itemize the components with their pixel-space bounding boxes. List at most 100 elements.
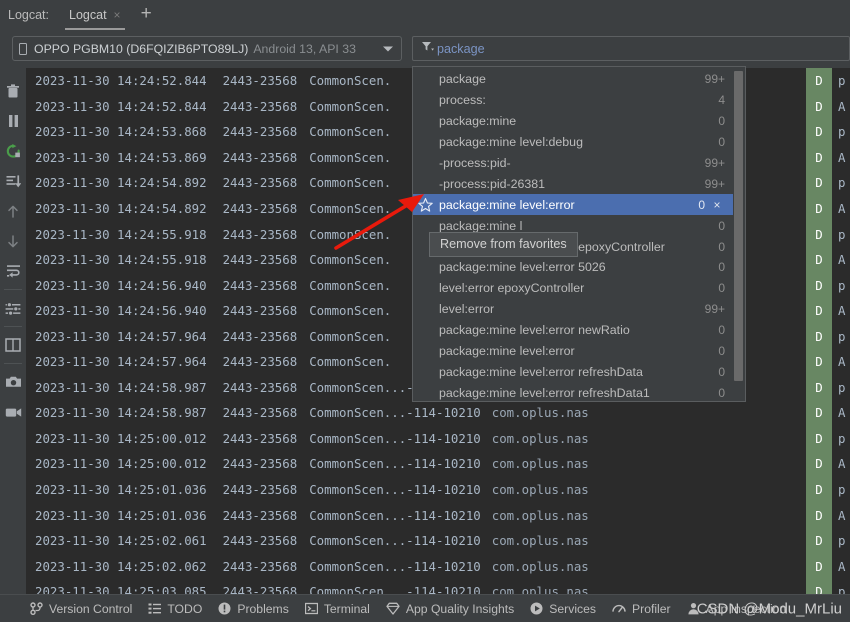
status-item-app-quality-insights[interactable]: App Quality Insights: [386, 602, 514, 616]
suggestion-label: package:mine level:debug: [439, 135, 583, 150]
screenshot-icon[interactable]: [0, 367, 26, 397]
device-selector[interactable]: OPPO PGBM10 (D6FQIZIB6PTO89LJ) Android 1…: [12, 36, 402, 61]
log-message: A: [838, 252, 846, 268]
log-pid: 2443-23568: [222, 328, 298, 344]
suggestion-count: 0: [718, 114, 725, 129]
suggestion-item[interactable]: package:mine level:error 5026 0: [413, 257, 733, 278]
app-quality-insights-icon: [386, 602, 400, 615]
scroll-to-end-icon[interactable]: [0, 166, 26, 196]
log-level-badge: D: [806, 374, 832, 401]
log-pid: 2443-23568: [222, 430, 298, 446]
log-row[interactable]: 2023-11-30 14:25:03.085 2443-23568 CommonS…: [26, 578, 850, 594]
status-item-version-control[interactable]: Version Control: [30, 602, 132, 616]
log-tag: CommonScen...-114-10210: [309, 558, 481, 574]
log-level-badge: D: [806, 553, 832, 579]
filter-input[interactable]: package: [437, 42, 485, 56]
suggestion-count: 0: [718, 239, 725, 254]
log-row[interactable]: 2023-11-30 14:25:01.036 2443-23568 CommonS…: [26, 476, 850, 503]
suggestion-item[interactable]: level:error epoxyController 0: [413, 278, 733, 299]
pause-icon[interactable]: [0, 106, 26, 136]
log-message: A: [838, 456, 846, 472]
log-timestamp: 2023-11-30 14:24:57.964: [35, 328, 207, 344]
log-message: p: [838, 379, 846, 395]
log-timestamp: 2023-11-30 14:24:56.940: [35, 303, 207, 319]
status-item-services[interactable]: Services: [530, 602, 596, 616]
status-label: App Quality Insights: [405, 601, 515, 616]
filter-input-container[interactable]: package: [412, 36, 850, 61]
log-pid: 2443-23568: [222, 507, 298, 523]
suggestion-label: package:mine level:error refreshData: [439, 364, 643, 379]
suggestion-item[interactable]: package:mine level:error newRatio 0: [413, 320, 733, 341]
split-panel-icon[interactable]: [0, 330, 26, 360]
log-row[interactable]: 2023-11-30 14:25:01.036 2443-23568 CommonS…: [26, 502, 850, 528]
suggestion-item[interactable]: package 99+: [413, 69, 733, 90]
suggestion-item[interactable]: -process:pid- 99+: [413, 153, 733, 174]
suggestion-item[interactable]: process: 4: [413, 90, 733, 111]
dropdown-scrollbar[interactable]: [734, 70, 743, 398]
soft-wrap-icon[interactable]: [0, 256, 26, 286]
log-tag: CommonScen.: [309, 124, 392, 140]
suggestion-label: package:mine level:error refreshData1: [439, 385, 650, 400]
tool-window-header: Logcat: Logcat × +: [0, 0, 850, 30]
suggestion-label: package:mine level:error: [439, 344, 575, 359]
status-label: Version Control: [49, 601, 133, 616]
dropdown-scrollbar-thumb[interactable]: [734, 71, 743, 381]
suggestion-item[interactable]: package:mine level:error refreshData1 0: [413, 382, 733, 401]
log-row[interactable]: 2023-11-30 14:25:00.012 2443-23568 CommonS…: [26, 425, 850, 452]
log-tag: CommonScen...-114-10210: [309, 456, 481, 472]
logcat-toolbar: OPPO PGBM10 (D6FQIZIB6PTO89LJ) Android 1…: [0, 32, 850, 66]
next-occurrence-icon[interactable]: [0, 226, 26, 256]
log-row[interactable]: 2023-11-30 14:24:58.987 2443-23568 CommonS…: [26, 400, 850, 426]
log-pid: 2443-23568: [222, 124, 298, 140]
log-row[interactable]: 2023-11-30 14:25:02.062 2443-23568 CommonS…: [26, 553, 850, 579]
tab-label: Logcat: [69, 8, 107, 22]
log-pid: 2443-23568: [222, 226, 298, 242]
remove-suggestion-icon[interactable]: ×: [709, 198, 725, 212]
suggestion-item[interactable]: package:mine 0: [413, 111, 733, 132]
log-level-badge: D: [806, 297, 832, 324]
restart-icon[interactable]: [0, 136, 26, 166]
suggestion-item[interactable]: package:mine level:error 0 ×: [413, 194, 733, 216]
log-message: A: [838, 507, 846, 523]
close-icon[interactable]: ×: [114, 9, 121, 21]
previous-occurrence-icon[interactable]: [0, 196, 26, 226]
suggestion-item[interactable]: package:mine level:debug 0: [413, 132, 733, 153]
log-level-badge: D: [806, 400, 832, 426]
screen-record-icon[interactable]: [0, 397, 26, 427]
log-level-badge: D: [806, 476, 832, 503]
status-item-terminal[interactable]: Terminal: [304, 602, 370, 616]
log-row[interactable]: 2023-11-30 14:25:00.012 2443-23568 CommonS…: [26, 451, 850, 477]
log-timestamp: 2023-11-30 14:25:02.062: [35, 558, 207, 574]
suggestion-item[interactable]: -process:pid-26381 99+: [413, 173, 733, 194]
add-tab-icon[interactable]: +: [141, 4, 152, 26]
log-package: com.oplus.nas: [491, 558, 589, 574]
status-item-problems[interactable]: Problems: [218, 602, 289, 616]
status-item-profiler[interactable]: Profiler: [612, 602, 671, 616]
log-pid: 2443-23568: [222, 533, 298, 549]
log-message: A: [838, 354, 846, 370]
tab-logcat[interactable]: Logcat ×: [65, 0, 125, 30]
suggestion-label: package: [439, 72, 486, 87]
suggestion-item[interactable]: level:error 99+: [413, 299, 733, 320]
clear-logcat-icon[interactable]: [0, 76, 26, 106]
funnel-icon[interactable]: [420, 39, 434, 58]
rail-divider: [4, 363, 22, 364]
suggestion-label: package:mine level:error 5026: [439, 260, 606, 275]
log-level-badge: D: [806, 195, 832, 222]
log-package: com.oplus.nas: [491, 430, 589, 446]
suggestion-item[interactable]: package:mine level:error refreshData 0: [413, 361, 733, 382]
log-timestamp: 2023-11-30 14:24:53.869: [35, 149, 207, 165]
log-timestamp: 2023-11-30 14:25:00.012: [35, 456, 207, 472]
log-level-badge: D: [806, 93, 832, 120]
log-level-badge: D: [806, 349, 832, 375]
status-item-todo[interactable]: TODO: [148, 602, 202, 616]
log-message: p: [838, 226, 846, 242]
status-label: Profiler: [632, 601, 671, 616]
log-row[interactable]: 2023-11-30 14:25:02.061 2443-23568 CommonS…: [26, 527, 850, 554]
suggestion-count: 0: [718, 260, 725, 275]
configure-icon[interactable]: [0, 293, 26, 323]
suggestion-count: 0: [718, 385, 725, 400]
log-package: com.oplus.nas: [491, 482, 589, 498]
suggestion-item[interactable]: package:mine level:error 0: [413, 341, 733, 362]
chevron-down-icon[interactable]: [383, 46, 393, 51]
